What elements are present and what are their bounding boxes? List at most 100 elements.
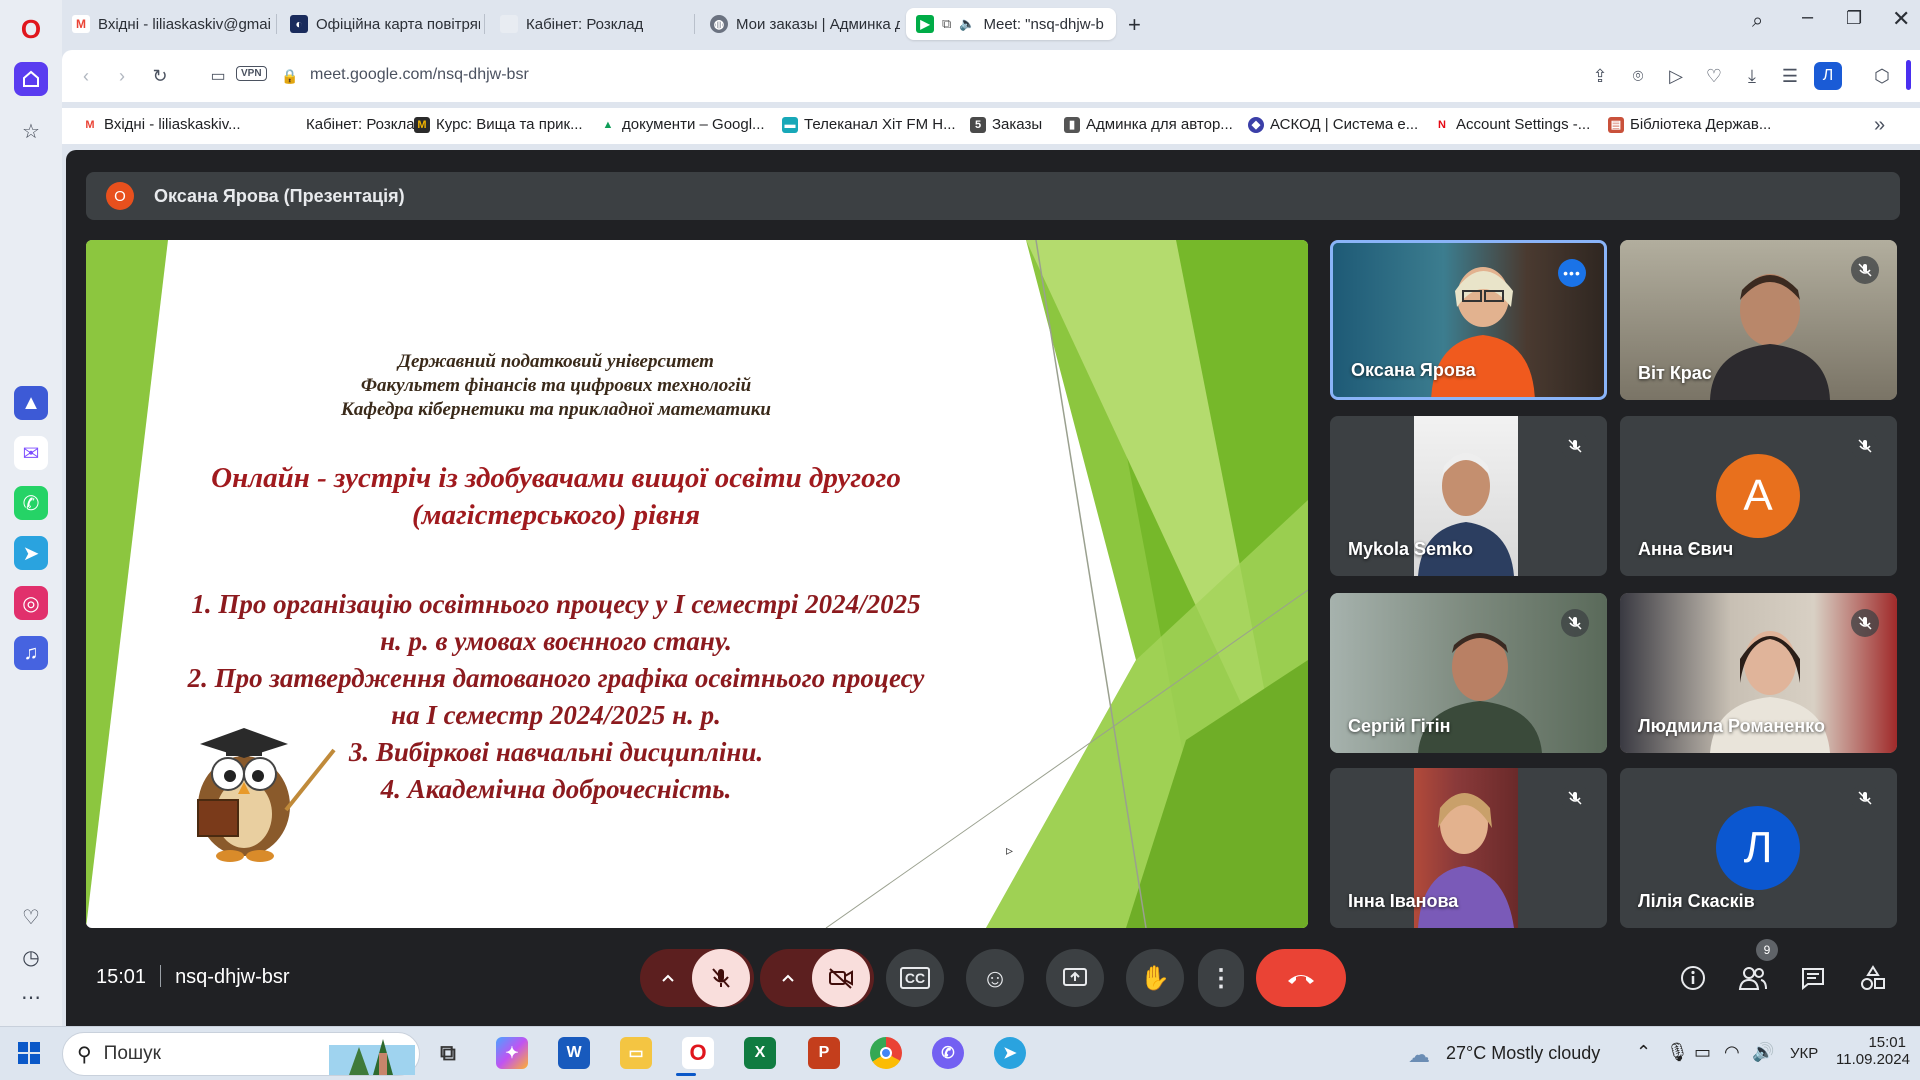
new-tab-button[interactable]: + (1128, 12, 1141, 38)
participant-tile[interactable]: Сергій Гітін (1330, 593, 1607, 753)
history-icon[interactable]: ◷ (14, 940, 48, 974)
pip-icon[interactable]: ⧉ (942, 16, 951, 32)
chat-button[interactable] (1790, 955, 1836, 1001)
bookmark-item[interactable]: N Account Settings -... (1434, 116, 1590, 133)
viber-icon[interactable]: ✆ (932, 1037, 964, 1069)
home-icon[interactable] (14, 62, 48, 96)
heart-icon[interactable]: ♡ (1702, 64, 1726, 88)
back-icon[interactable]: ‹ (74, 64, 98, 88)
bookmark-item[interactable]: 5 Заказы (970, 116, 1042, 133)
star-icon[interactable]: ☆ (14, 114, 48, 148)
copilot-icon[interactable]: ✦ (496, 1037, 528, 1069)
more-options-icon[interactable]: ••• (1558, 259, 1586, 287)
participant-tile[interactable]: ••• Оксана Ярова (1330, 240, 1607, 400)
video-options-chevron-icon[interactable] (764, 973, 812, 983)
tab-bar: M Вхідні - liliaskaskiv@gmail ◐ Офіційна… (62, 0, 1920, 46)
task-view-icon[interactable]: ⧉ (432, 1037, 464, 1069)
bookmark-item[interactable]: Кабінет: Розклад (284, 116, 423, 133)
tab-schedule[interactable]: Кабінет: Розклад (490, 8, 690, 40)
messenger-icon[interactable]: ✉ (14, 436, 48, 470)
download-icon[interactable]: ⤓ (1740, 64, 1764, 88)
audio-options-chevron-icon[interactable] (644, 973, 692, 983)
bookmark-item[interactable]: ◆ АСКОД | Система е... (1248, 116, 1418, 133)
participant-tile[interactable]: Людмила Романенко (1620, 593, 1897, 753)
chrome-icon[interactable] (870, 1037, 902, 1069)
windows-start-icon[interactable] (18, 1042, 40, 1069)
participant-tile[interactable]: Л Лілія Скасків (1620, 768, 1897, 928)
easy-setup-icon[interactable]: ☰ (1778, 64, 1802, 88)
leave-call-button[interactable] (1256, 949, 1346, 1007)
captions-button[interactable]: CC (886, 949, 944, 1007)
reload-icon[interactable]: ↻ (148, 64, 172, 88)
participant-name: Оксана Ярова (1351, 360, 1476, 380)
participant-tile[interactable]: Mykola Semko (1330, 416, 1607, 576)
participant-avatar: А (1716, 454, 1800, 538)
close-button[interactable]: ✕ (1892, 6, 1910, 32)
activities-button[interactable] (1850, 955, 1896, 1001)
people-button[interactable]: 9 (1730, 939, 1778, 1001)
more-options-button[interactable]: ⋮ (1198, 949, 1244, 1007)
player-icon[interactable]: ♫ (14, 636, 48, 670)
powerpoint-icon[interactable]: P (808, 1037, 840, 1069)
mic-off-icon (1561, 784, 1589, 812)
bookmark-item[interactable]: ▮ Админка для автор... (1064, 116, 1233, 133)
excel-icon[interactable]: X (744, 1037, 776, 1069)
profile-avatar[interactable]: Л (1814, 62, 1842, 90)
heart-icon[interactable]: ♡ (14, 900, 48, 934)
bookmark-item[interactable]: ▬ Телеканал Хіт FM Н... (782, 116, 956, 133)
minimize-button[interactable]: – (1802, 6, 1813, 29)
lock-icon[interactable]: 🔒 (278, 64, 302, 88)
bookmark-item[interactable]: М Курс: Вища та прик... (414, 116, 583, 133)
weather-icon[interactable]: ☁ (1408, 1042, 1430, 1068)
participant-tile[interactable]: А Анна Євич (1620, 416, 1897, 576)
forward-icon[interactable]: › (110, 64, 134, 88)
battery-icon[interactable]: ▭ (1694, 1042, 1711, 1063)
weather-text[interactable]: 27°C Mostly cloudy (1446, 1043, 1600, 1064)
mic-toggle-button[interactable] (692, 949, 750, 1007)
tab-alert-map[interactable]: ◐ Офіційна карта повітряних (280, 8, 480, 40)
tab-orders[interactable]: ◍ Мои заказы | Админка д (700, 8, 900, 40)
search-tabs-icon[interactable]: ⌕ (1752, 10, 1763, 33)
tray-chevron-icon[interactable]: ⌃ (1636, 1042, 1651, 1063)
share-icon[interactable]: ⇪ (1588, 64, 1612, 88)
bookmark-item[interactable]: M Вхідні - liliaskaskiv... (82, 116, 241, 133)
file-explorer-icon[interactable]: ▭ (620, 1037, 652, 1069)
opera-logo-icon[interactable]: O (14, 12, 48, 46)
send-icon[interactable]: ▷ (1664, 64, 1688, 88)
meeting-details-button[interactable] (1670, 955, 1716, 1001)
instagram-icon[interactable]: ◎ (14, 586, 48, 620)
taskbar-time: 15:01 (1868, 1034, 1906, 1051)
speaker-icon[interactable]: 🔈 (959, 16, 975, 32)
microphone-tray-icon[interactable]: 🎙 (1666, 1042, 1689, 1063)
camera-indicator-icon[interactable]: ▭ (206, 64, 230, 88)
raise-hand-button[interactable]: ✋ (1126, 949, 1184, 1007)
participant-tile[interactable]: Інна Іванова (1330, 768, 1607, 928)
tab-gmail[interactable]: M Вхідні - liliaskaskiv@gmail (62, 8, 272, 40)
more-bookmarks-icon[interactable]: » (1874, 114, 1885, 137)
telegram-taskbar-icon[interactable]: ➤ (994, 1037, 1026, 1069)
tab-meet[interactable]: ▶ ⧉ 🔈 Meet: "nsq-dhjw-b (906, 8, 1116, 40)
bookmark-item[interactable]: ▲ документи – Googl... (600, 116, 765, 133)
whatsapp-icon[interactable]: ✆ (14, 486, 48, 520)
more-icon[interactable]: ⋯ (14, 980, 48, 1014)
vpn-badge[interactable]: VPN (236, 66, 267, 81)
restore-button[interactable]: ❐ (1846, 8, 1862, 29)
aria-icon[interactable]: ▲ (14, 386, 48, 420)
word-icon[interactable]: W (558, 1037, 590, 1069)
volume-icon[interactable]: 🔊 (1752, 1042, 1774, 1063)
url-field[interactable]: meet.google.com/nsq-dhjw-bsr (310, 66, 529, 84)
camera-toggle-button[interactable] (812, 949, 870, 1007)
telegram-icon[interactable]: ➤ (14, 536, 48, 570)
participant-tile[interactable]: Віт Крас (1620, 240, 1897, 400)
reactions-button[interactable]: ☺ (966, 949, 1024, 1007)
bookmark-item[interactable]: ▤ Бібліотека Держав... (1608, 116, 1771, 133)
wifi-icon[interactable]: ◠ (1724, 1042, 1740, 1063)
extensions-icon[interactable]: ⬡ (1870, 64, 1894, 88)
language-indicator[interactable]: УКР (1790, 1045, 1818, 1062)
presentation-slide[interactable]: Державний податковий університет Факульт… (86, 240, 1308, 928)
taskbar-clock[interactable]: 15:01 11.09.2024 (1836, 1034, 1910, 1068)
present-button[interactable] (1046, 949, 1104, 1007)
snapshot-icon[interactable]: ⌾ (1626, 64, 1650, 88)
taskbar-search[interactable]: ⚲ Пошук (62, 1032, 420, 1076)
opera-taskbar-icon[interactable]: O (682, 1037, 714, 1069)
